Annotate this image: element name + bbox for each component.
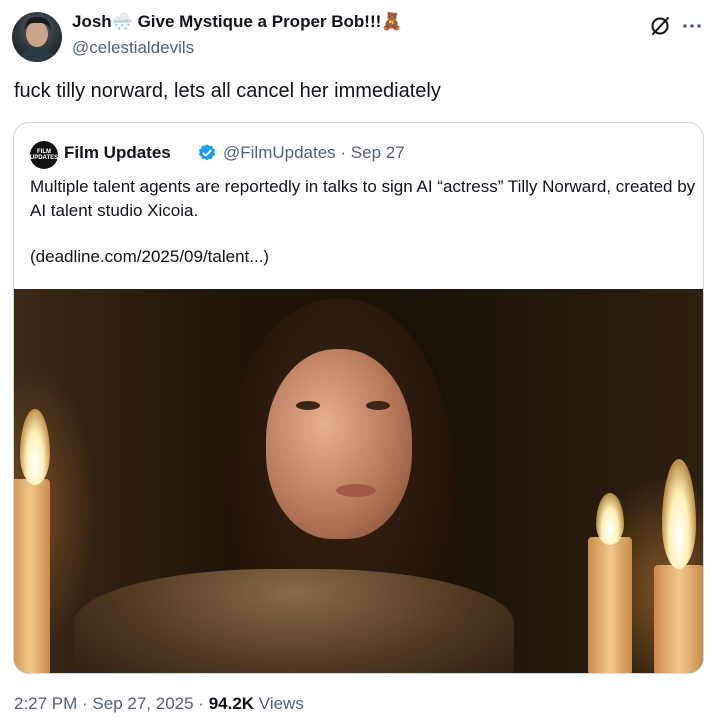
quoted-tweet-image[interactable] xyxy=(14,289,703,673)
eye-right-shape xyxy=(366,401,390,410)
tweet-footer: 2:27 PM · Sep 27, 2025 · 94.2K Views xyxy=(14,694,304,714)
avatar-portrait-icon xyxy=(18,16,56,62)
views-label: Views xyxy=(258,694,304,713)
eye-left-shape xyxy=(296,401,320,410)
grok-icon[interactable] xyxy=(648,14,672,38)
author-handle[interactable]: @celestialdevils xyxy=(72,38,194,58)
candle-left-icon xyxy=(14,479,50,673)
footer-separator: · xyxy=(193,694,209,713)
tweet-date[interactable]: Sep 27, 2025 xyxy=(92,694,193,713)
quoted-tweet-link[interactable]: (deadline.com/2025/09/talent...) xyxy=(30,247,269,267)
dress-shape xyxy=(74,569,514,673)
flame-left-icon xyxy=(20,409,50,485)
flame-right-icon xyxy=(662,459,696,569)
author-display-name[interactable]: Josh🌨️ Give Mystique a Proper Bob!!!🧸 xyxy=(72,12,402,32)
footer-separator: · xyxy=(77,694,93,713)
tweet-text: fuck tilly norward, lets all cancel her … xyxy=(14,80,441,102)
candle-right-icon xyxy=(654,565,703,673)
quoted-author-name[interactable]: Film Updates xyxy=(64,143,171,163)
candle-right-small-icon xyxy=(588,537,632,673)
views-count: 94.2K xyxy=(208,694,255,713)
lips-shape xyxy=(336,484,376,497)
more-options-icon[interactable] xyxy=(680,14,704,38)
author-avatar[interactable] xyxy=(12,12,62,62)
face-shape xyxy=(266,349,412,539)
flame-right-small-icon xyxy=(596,493,624,545)
quoted-tweet-body: Multiple talent agents are reportedly in… xyxy=(30,177,696,220)
tweet-time[interactable]: 2:27 PM xyxy=(14,694,77,713)
quoted-author-avatar[interactable]: FILM UPDATES xyxy=(30,141,58,169)
quoted-tweet-card[interactable]: FILM UPDATES Film Updates @FilmUpdates ·… xyxy=(13,122,704,674)
quoted-handle-date[interactable]: @FilmUpdates · Sep 27 xyxy=(223,143,405,163)
verified-badge-icon xyxy=(198,144,216,161)
